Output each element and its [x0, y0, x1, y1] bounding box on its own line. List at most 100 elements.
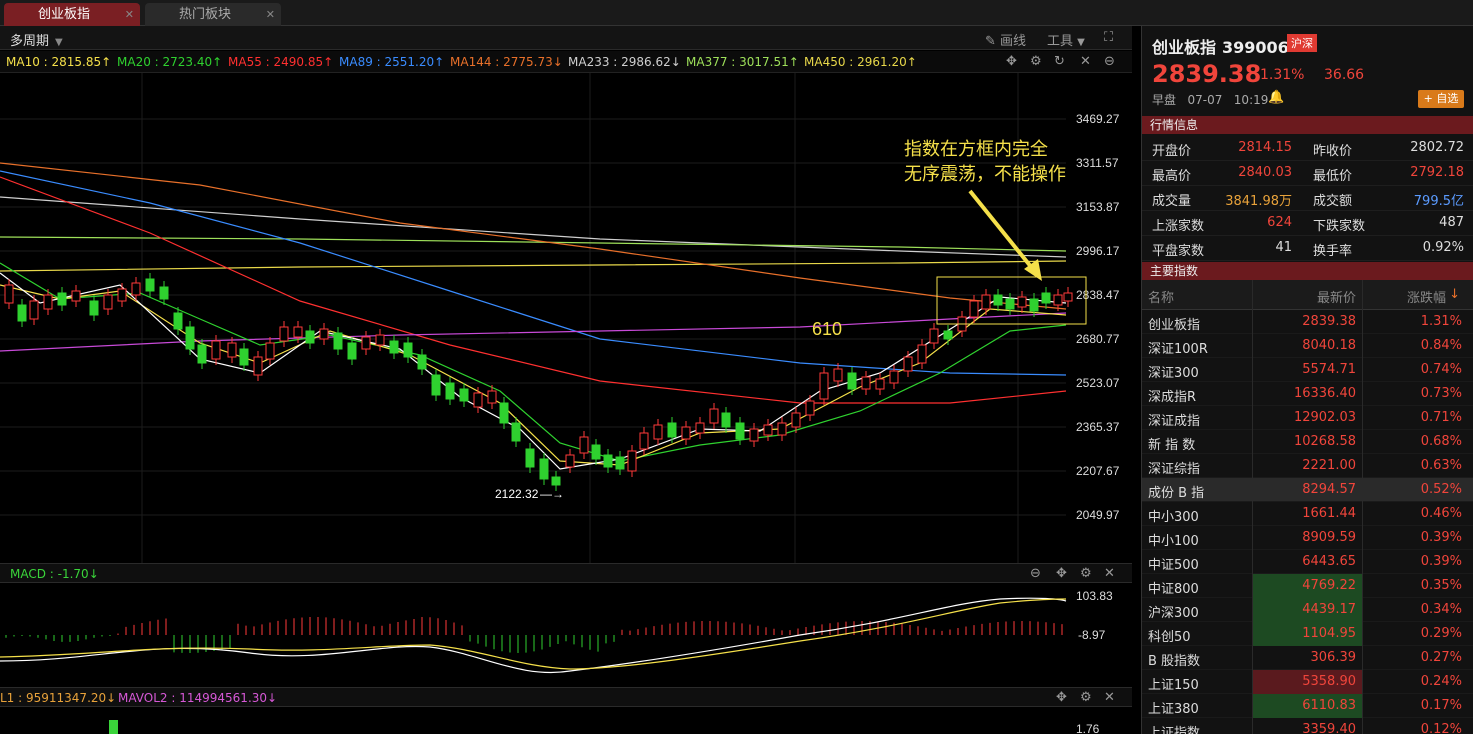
volume-chart[interactable]: 1.76 [0, 707, 1132, 734]
divider [1362, 280, 1363, 310]
refresh-icon[interactable]: ↻ [1054, 54, 1065, 69]
macd-chart[interactable]: 103.83 -8.97 [0, 583, 1132, 687]
divider [1252, 310, 1253, 334]
index-row[interactable]: B 股指数 306.39 0.27% [1142, 646, 1473, 670]
volume-bar-item [109, 720, 118, 734]
index-name: 上证指数 [1148, 726, 1201, 734]
candlestick-chart[interactable]: 3469.27 3311.57 3153.87 2996.17 2838.47 2680.… [0, 73, 1132, 563]
candle-body [103, 294, 113, 310]
index-price: 4439.17 [1302, 602, 1356, 617]
index-name: 深成指R [1148, 390, 1197, 405]
divider [1362, 382, 1363, 406]
close-icon[interactable]: ✕ [1104, 566, 1115, 581]
bell-icon[interactable]: 🔔 [1268, 90, 1284, 105]
change-percent: 1.31% [1260, 67, 1305, 83]
draw-label: 画线 [1000, 34, 1027, 49]
quote-value: 3841.98万 [1225, 194, 1292, 209]
close-icon[interactable]: ✕ [1104, 690, 1115, 705]
ma-label: MA20 : 2723.40↑ [117, 55, 223, 69]
move-icon[interactable]: ✥ [1056, 566, 1067, 581]
ma450-line [0, 260, 1067, 272]
market-badge: 沪深 [1287, 34, 1317, 52]
gear-icon[interactable]: ⚙ [1080, 566, 1092, 581]
index-row[interactable]: 深证成指 12902.03 0.71% [1142, 406, 1473, 430]
quote-value: 624 [1267, 215, 1292, 230]
tab-label: 热门板块 [179, 7, 232, 22]
stock-title: 创业板指 399006 [1152, 34, 1289, 58]
candle-body [375, 334, 385, 346]
index-row[interactable]: 中小100 8909.59 0.39% [1142, 526, 1473, 550]
tab-hot-sectors[interactable]: 热门板块 ✕ [145, 3, 281, 26]
index-pct: 0.71% [1420, 410, 1462, 425]
divider [1252, 598, 1253, 622]
index-name: 中小100 [1148, 534, 1199, 549]
divider [1362, 430, 1363, 454]
divider [1362, 334, 1363, 358]
tab-chuangye-index[interactable]: 创业板指 ✕ [4, 3, 140, 26]
index-row[interactable]: 沪深300 4439.17 0.34% [1142, 598, 1473, 622]
chevron-down-icon: ▼ [55, 37, 63, 48]
chart-toolbar: 多周期 ▼ ✎ 画线 工具 ▼ ⛶ [0, 26, 1132, 50]
fullscreen-icon[interactable]: ⛶ [1104, 30, 1113, 45]
divider [1252, 334, 1253, 358]
index-row[interactable]: 深证100R 8040.18 0.84% [1142, 334, 1473, 358]
ma-legend: MA10 : 2815.85↑ MA20 : 2723.40↑ MA55 : 2… [0, 51, 1132, 73]
candle-body [389, 340, 399, 354]
index-row[interactable]: 成份 B 指 8294.57 0.52% [1142, 478, 1473, 502]
index-name: 上证150 [1148, 678, 1199, 693]
index-row[interactable]: 上证380 6110.83 0.17% [1142, 694, 1473, 718]
index-row[interactable]: 科创50 1104.95 0.29% [1142, 622, 1473, 646]
divider [1252, 670, 1253, 694]
divider [1252, 550, 1253, 574]
index-name: 创业板指 [1148, 318, 1201, 333]
candle-body [525, 448, 535, 468]
index-name: 中证500 [1148, 558, 1199, 573]
col-name[interactable]: 名称 [1148, 287, 1174, 306]
pencil-icon: ✎ [985, 34, 996, 49]
tools-button[interactable]: 工具 ▼ [1047, 30, 1085, 49]
col-pct[interactable]: 涨跌幅 [1407, 287, 1446, 306]
index-row[interactable]: 新 指 数 10268.58 0.68% [1142, 430, 1473, 454]
minimize-icon[interactable]: ⊖ [1030, 566, 1041, 581]
close-icon[interactable]: ✕ [266, 3, 275, 26]
move-icon[interactable]: ✥ [1006, 54, 1017, 69]
price-tick-label: 3311.57 [1076, 156, 1119, 170]
index-row[interactable]: 深证300 5574.71 0.74% [1142, 358, 1473, 382]
period-selector[interactable]: 多周期 ▼ [10, 30, 63, 49]
last-price: 2839.38 [1152, 60, 1262, 88]
index-row[interactable]: 深证综指 2221.00 0.63% [1142, 454, 1473, 478]
candle-body [903, 356, 913, 372]
add-watchlist-button[interactable]: + 自选 [1418, 90, 1464, 108]
vol-label-2: MAVOL2 : 114994561.30↓ [118, 691, 278, 705]
close-icon[interactable]: ✕ [125, 3, 134, 26]
session-label: 早盘 [1152, 93, 1177, 107]
draw-button[interactable]: ✎ 画线 [985, 30, 1026, 49]
index-row[interactable]: 上证150 5358.90 0.24% [1142, 670, 1473, 694]
index-row[interactable]: 创业板指 2839.38 1.31% [1142, 310, 1473, 334]
gear-icon[interactable]: ⚙ [1030, 54, 1042, 69]
candle-body [511, 422, 521, 442]
ma-label: MA450 : 2961.20↑ [804, 55, 917, 69]
candle-body [279, 326, 289, 342]
ma89-line [0, 170, 1067, 376]
quote-value: 2792.18 [1410, 165, 1464, 180]
index-row[interactable]: 中小300 1661.44 0.46% [1142, 502, 1473, 526]
candle-body [487, 390, 497, 404]
sort-arrow-icon[interactable]: ↓ [1449, 287, 1460, 302]
quote-row: 平盘家数 41 换手率 0.92% [1142, 236, 1473, 261]
quote-row: 开盘价 2814.15 昨收价 2802.72 [1142, 136, 1473, 161]
candle-body [57, 292, 67, 306]
note-line-2: 无序震荡，不能操作 [904, 164, 1066, 185]
col-price[interactable]: 最新价 [1317, 287, 1356, 306]
quote-label: 平盘家数 [1152, 244, 1205, 259]
gear-icon[interactable]: ⚙ [1080, 690, 1092, 705]
index-row[interactable]: 上证指数 3359.40 0.12% [1142, 718, 1473, 734]
close-icon[interactable]: ✕ [1080, 54, 1091, 69]
index-row[interactable]: 深成指R 16336.40 0.73% [1142, 382, 1473, 406]
index-row[interactable]: 中证800 4769.22 0.35% [1142, 574, 1473, 598]
price-tick-label: 2680.77 [1076, 332, 1120, 346]
index-row[interactable]: 中证500 6443.65 0.39% [1142, 550, 1473, 574]
move-icon[interactable]: ✥ [1056, 690, 1067, 705]
divider [1362, 406, 1363, 430]
minimize-icon[interactable]: ⊖ [1104, 54, 1115, 69]
